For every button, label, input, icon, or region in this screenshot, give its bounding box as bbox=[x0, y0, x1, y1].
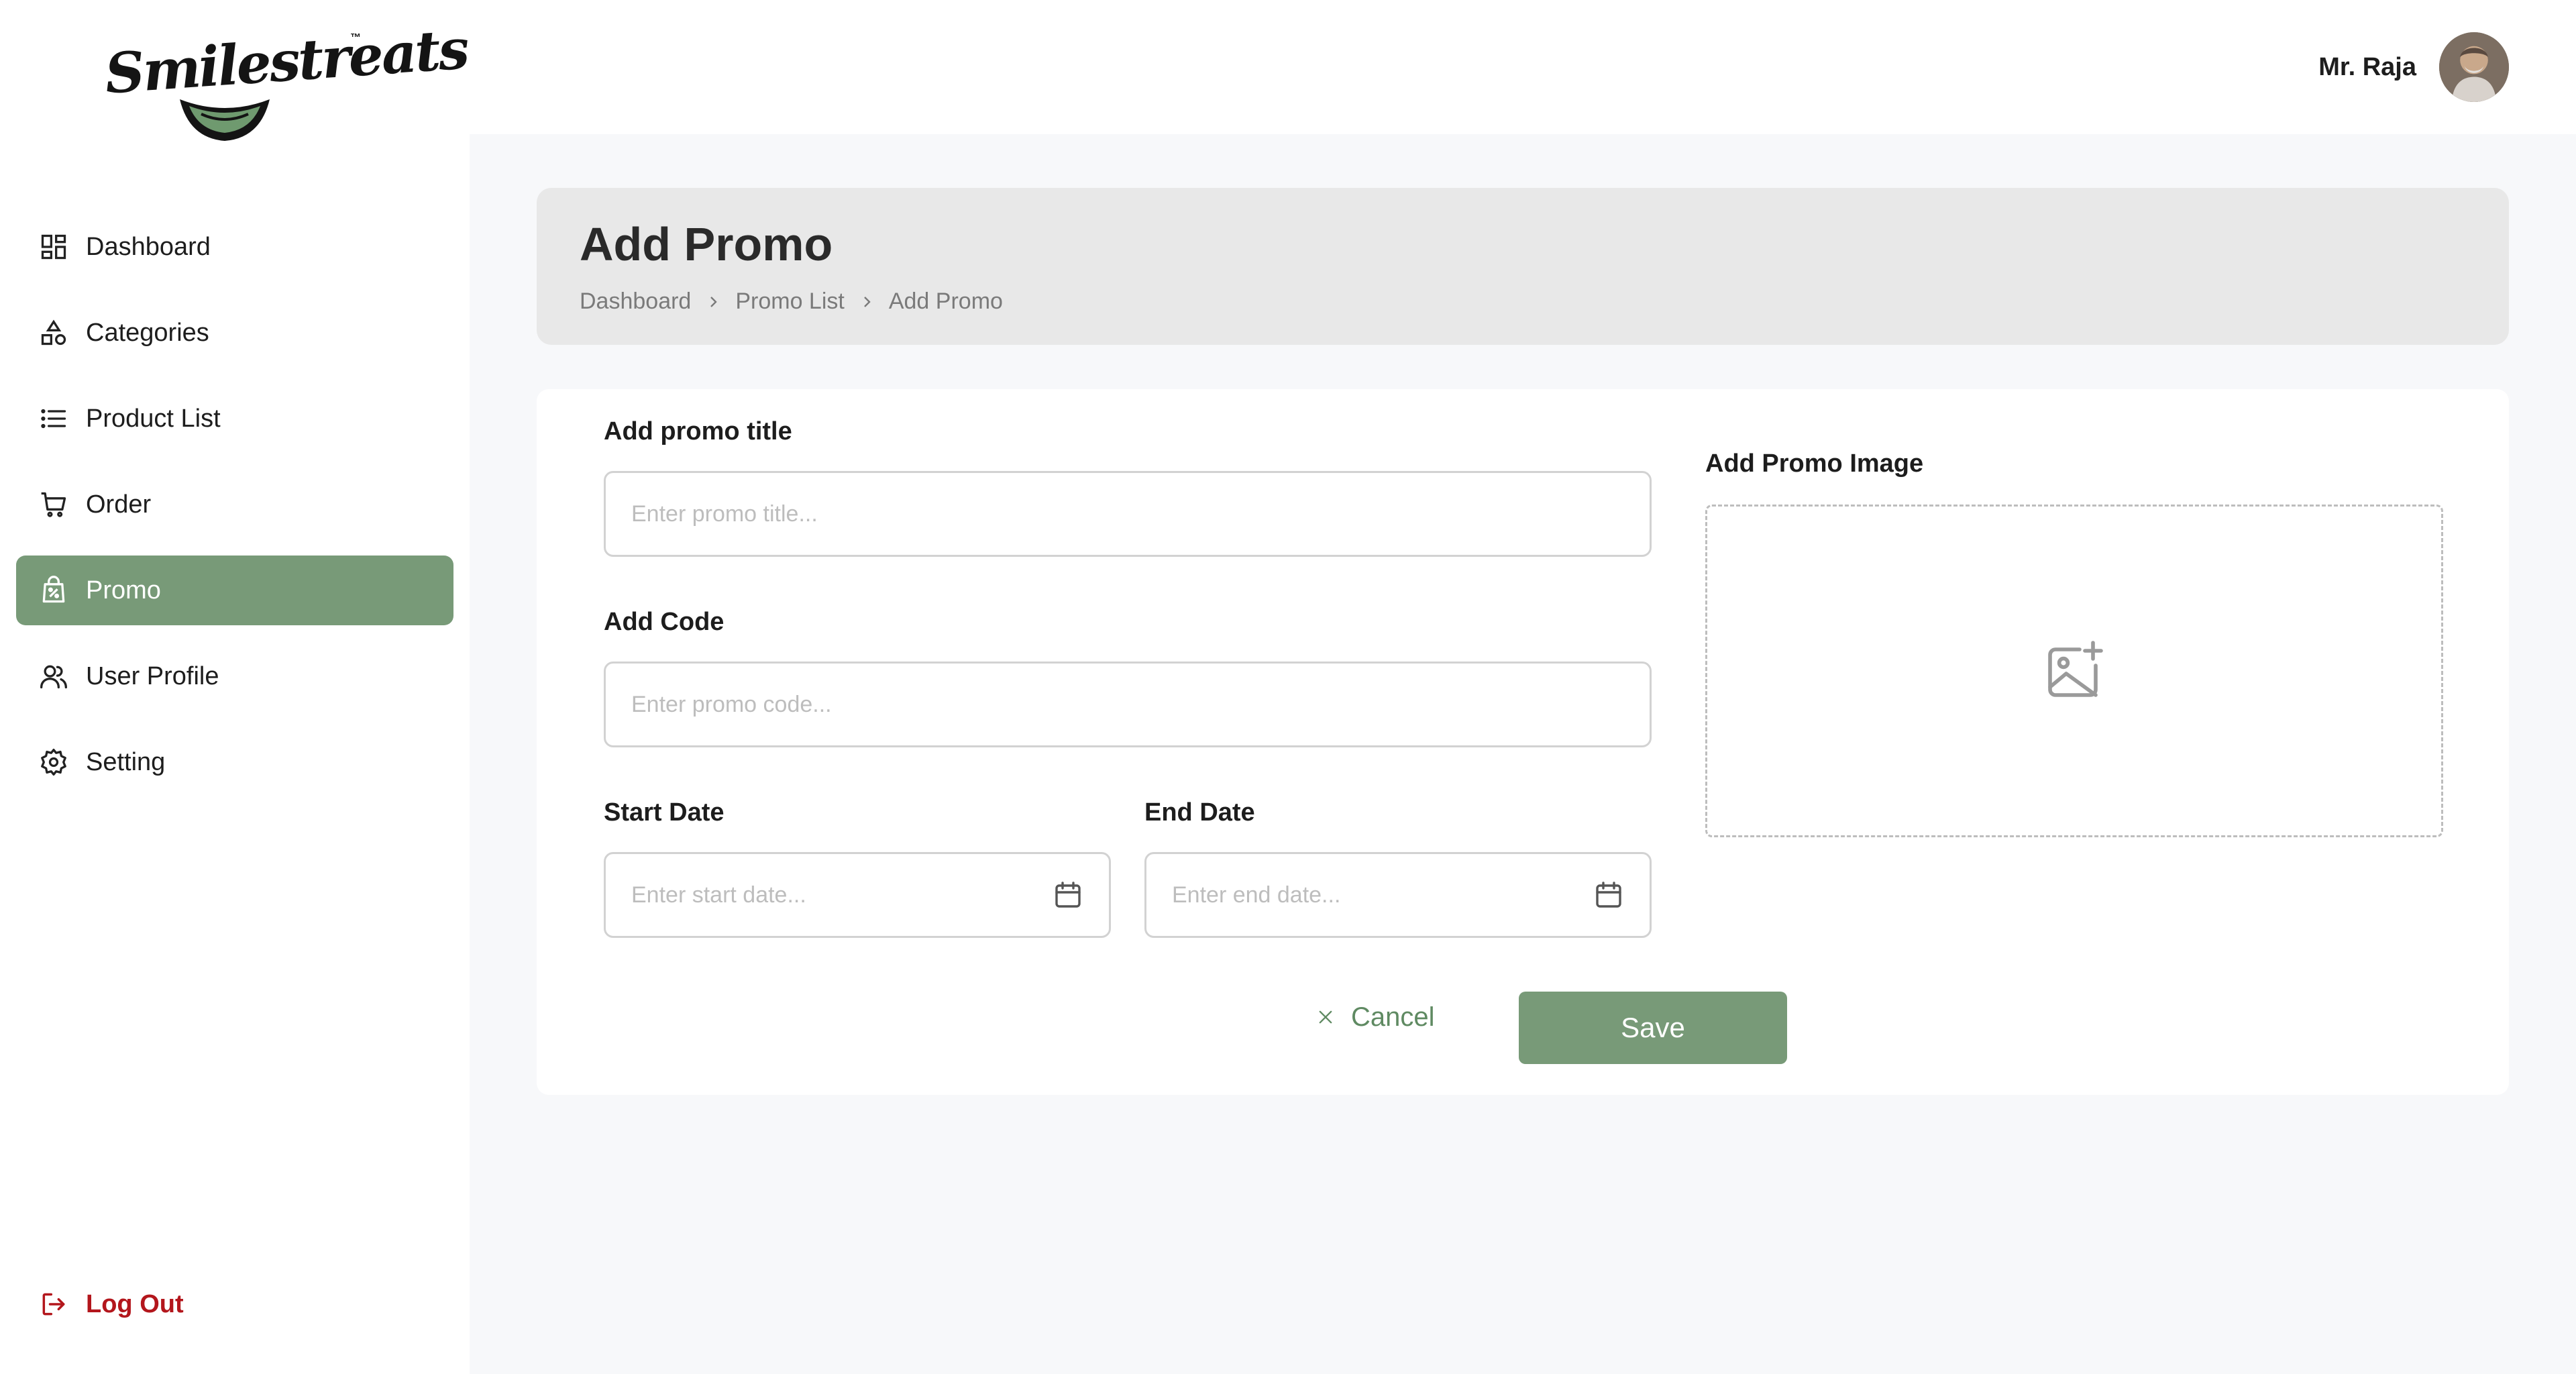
sidebar-item-product-list[interactable]: Product List bbox=[16, 384, 453, 454]
users-icon bbox=[39, 662, 68, 691]
sidebar-item-dashboard[interactable]: Dashboard bbox=[16, 212, 453, 282]
sidebar-item-label: Promo bbox=[86, 576, 161, 604]
smile-icon bbox=[180, 99, 270, 141]
gear-icon bbox=[39, 747, 68, 777]
promo-bag-icon bbox=[39, 576, 68, 605]
cancel-button[interactable]: Cancel bbox=[1316, 997, 1435, 1037]
top-bar: Mr. Raja bbox=[470, 0, 2576, 134]
end-date-label: End Date bbox=[1144, 798, 1255, 827]
sidebar-item-setting[interactable]: Setting bbox=[16, 727, 453, 797]
dashboard-grid-icon bbox=[39, 232, 68, 262]
shapes-icon bbox=[39, 318, 68, 348]
sidebar-item-label: Order bbox=[86, 490, 152, 519]
chevron-right-icon bbox=[845, 294, 889, 310]
sidebar-item-order[interactable]: Order bbox=[16, 470, 453, 539]
avatar[interactable] bbox=[2439, 32, 2509, 102]
brand-logo-text: Smilestreats bbox=[103, 17, 470, 107]
sidebar-item-promo[interactable]: Promo bbox=[16, 556, 453, 625]
page-title: Add Promo bbox=[580, 218, 833, 270]
sidebar-item-label: Dashboard bbox=[86, 232, 211, 261]
start-date-label: Start Date bbox=[604, 798, 724, 827]
logout-button[interactable]: Log Out bbox=[39, 1289, 184, 1319]
brand-logo[interactable]: Smilestreats ™ bbox=[101, 17, 470, 148]
promo-title-input[interactable] bbox=[604, 471, 1652, 557]
cart-icon bbox=[39, 490, 68, 519]
save-button[interactable]: Save bbox=[1519, 992, 1787, 1064]
promo-code-input[interactable] bbox=[604, 662, 1652, 747]
sidebar-item-user-profile[interactable]: User Profile bbox=[16, 641, 453, 711]
promo-code-label: Add Code bbox=[604, 608, 724, 636]
sidebar-item-categories[interactable]: Categories bbox=[16, 298, 453, 368]
promo-title-label: Add promo title bbox=[604, 417, 792, 445]
user-menu[interactable]: Mr. Raja bbox=[2318, 32, 2509, 102]
sidebar-item-label: Setting bbox=[86, 747, 166, 776]
end-date-input[interactable] bbox=[1144, 852, 1652, 938]
logout-icon bbox=[39, 1289, 68, 1319]
chevron-right-icon bbox=[691, 294, 735, 310]
breadcrumb-add-promo: Add Promo bbox=[888, 288, 1003, 314]
breadcrumb-promo-list[interactable]: Promo List bbox=[735, 288, 845, 315]
breadcrumb: Dashboard Promo List Add Promo bbox=[580, 288, 1003, 315]
close-icon bbox=[1319, 1010, 1332, 1024]
user-name: Mr. Raja bbox=[2318, 52, 2416, 81]
list-icon bbox=[39, 404, 68, 433]
breadcrumb-dashboard[interactable]: Dashboard bbox=[580, 288, 691, 315]
brand-trademark: ™ bbox=[350, 32, 361, 44]
sidebar-item-label: User Profile bbox=[86, 662, 219, 690]
promo-form: Add promo title Add Code Start Date End … bbox=[537, 389, 2509, 1095]
calendar-icon[interactable] bbox=[1052, 879, 1084, 911]
add-image-icon bbox=[2048, 641, 2103, 697]
page-header: Add Promo Dashboard Promo List Add Promo bbox=[537, 188, 2509, 345]
promo-image-label: Add Promo Image bbox=[1705, 450, 1924, 478]
logout-label: Log Out bbox=[86, 1289, 184, 1318]
promo-image-upload[interactable] bbox=[1705, 505, 2443, 837]
sidebar: Smilestreats ™ Dashboard Categories Prod… bbox=[0, 0, 470, 1374]
sidebar-item-label: Product List bbox=[86, 404, 221, 433]
sidebar-nav: Dashboard Categories Product List Order … bbox=[16, 212, 453, 813]
cancel-label: Cancel bbox=[1351, 1002, 1435, 1032]
main-content: Add Promo Dashboard Promo List Add Promo… bbox=[470, 134, 2576, 1374]
sidebar-item-label: Categories bbox=[86, 318, 209, 347]
calendar-icon[interactable] bbox=[1593, 879, 1625, 911]
start-date-input[interactable] bbox=[604, 852, 1111, 938]
